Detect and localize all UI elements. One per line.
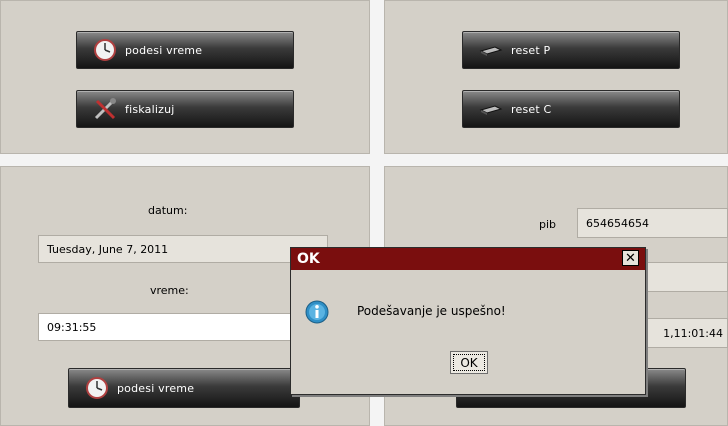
fiscalize-button[interactable]: fiskalizuj bbox=[76, 90, 294, 128]
info-icon bbox=[305, 300, 329, 324]
date-value: Tuesday, June 7, 2011 bbox=[47, 242, 169, 256]
device-icon bbox=[479, 105, 503, 115]
dialog-title-bar: OK ✕ bbox=[291, 248, 645, 270]
set-time-button-label: podesi vreme bbox=[125, 43, 203, 57]
pib-field[interactable]: 654654654 bbox=[577, 208, 728, 238]
pib-label: pib bbox=[539, 218, 557, 231]
datetime-value: 1,11:01:44 bbox=[663, 326, 723, 340]
set-time-button-top[interactable]: podesi vreme bbox=[76, 31, 294, 69]
fiscalize-button-label: fiskalizuj bbox=[125, 102, 175, 116]
date-picker[interactable]: Tuesday, June 7, 2011 bbox=[38, 235, 328, 263]
top-left-panel bbox=[0, 0, 370, 154]
message-dialog: OK ✕ Podešavanje je uspešno! OK bbox=[290, 247, 646, 395]
top-right-panel bbox=[384, 0, 728, 154]
set-time-button-bottom[interactable]: podesi vreme bbox=[68, 368, 300, 408]
date-label: datum: bbox=[148, 204, 188, 217]
set-time-button-bottom-label: podesi vreme bbox=[117, 381, 195, 395]
clock-icon bbox=[86, 377, 108, 399]
tools-icon bbox=[94, 98, 116, 120]
time-field[interactable]: 09:31:55 bbox=[38, 313, 328, 341]
pib-value: 654654654 bbox=[586, 216, 649, 230]
reset-p-button-label: reset P bbox=[511, 43, 551, 57]
dialog-message: Podešavanje je uspešno! bbox=[357, 304, 506, 318]
device-icon bbox=[479, 46, 503, 56]
dialog-title: OK bbox=[297, 251, 320, 267]
reset-p-button[interactable]: reset P bbox=[462, 31, 680, 69]
reset-c-button[interactable]: reset C bbox=[462, 90, 680, 128]
reset-c-button-label: reset C bbox=[511, 102, 552, 116]
time-value: 09:31:55 bbox=[47, 320, 97, 334]
time-label: vreme: bbox=[150, 284, 189, 297]
horizontal-divider bbox=[0, 154, 728, 166]
close-icon[interactable]: ✕ bbox=[622, 250, 639, 266]
ok-button[interactable]: OK bbox=[450, 351, 488, 374]
clock-icon bbox=[94, 39, 116, 61]
